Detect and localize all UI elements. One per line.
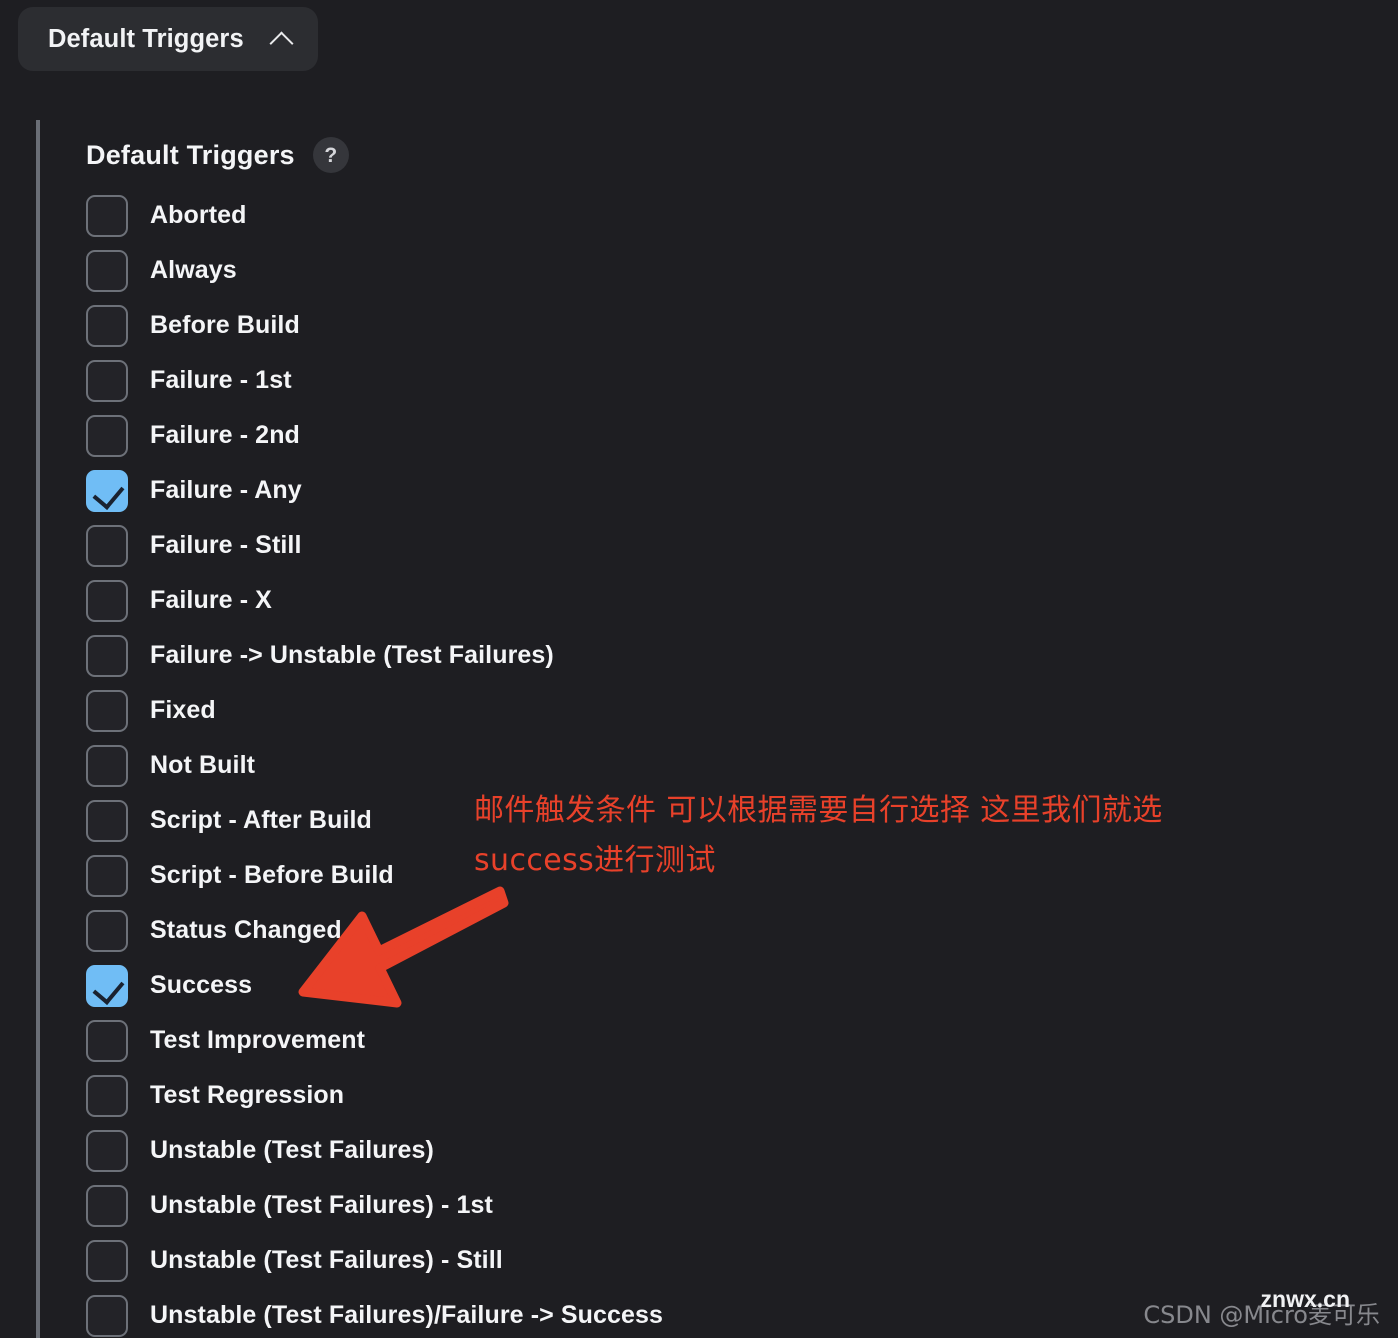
trigger-row[interactable]: Test Improvement [86, 1013, 1376, 1068]
checkbox-unchecked-icon[interactable] [86, 249, 128, 292]
trigger-label: Failure - 2nd [150, 421, 300, 449]
trigger-row[interactable]: Before Build [86, 298, 1376, 353]
checkbox-unchecked-icon[interactable] [86, 359, 128, 402]
trigger-label: Status Changed [150, 916, 342, 944]
trigger-row[interactable]: Fixed [86, 683, 1376, 738]
trigger-row[interactable]: Script - After Build [86, 793, 1376, 848]
panel-header: Default Triggers ? [86, 128, 1376, 182]
trigger-row[interactable]: Failure -> Unstable (Test Failures) [86, 628, 1376, 683]
trigger-label: Success [150, 971, 253, 999]
trigger-label: Failure - Any [150, 476, 302, 504]
trigger-label: Failure - Still [150, 531, 302, 559]
default-triggers-section-toggle[interactable]: Default Triggers [18, 7, 318, 71]
trigger-label: Test Improvement [150, 1026, 366, 1054]
checkbox-unchecked-icon[interactable] [86, 304, 128, 347]
trigger-row[interactable]: Unstable (Test Failures) - Still [86, 1233, 1376, 1288]
trigger-row[interactable]: Always [86, 243, 1376, 298]
trigger-label: Failure - 1st [150, 366, 292, 394]
trigger-checkbox-list: Aborted Always Before Build Failure - 1st Fa… [86, 188, 1376, 1338]
trigger-row[interactable]: Failure - Still [86, 518, 1376, 573]
trigger-label: Test Regression [150, 1081, 345, 1109]
default-triggers-panel: Default Triggers ? Aborted Always Before B… [36, 120, 1376, 1338]
section-toggle-label: Default Triggers [48, 24, 244, 53]
checkbox-unchecked-icon[interactable] [86, 579, 128, 622]
checkbox-unchecked-icon[interactable] [86, 1239, 128, 1282]
trigger-row[interactable]: Script - Before Build [86, 848, 1376, 903]
trigger-row[interactable]: Unstable (Test Failures) - 1st [86, 1178, 1376, 1233]
checkbox-unchecked-icon[interactable] [86, 744, 128, 787]
checkbox-unchecked-icon[interactable] [86, 524, 128, 567]
checkbox-checked-icon[interactable] [86, 469, 128, 512]
checkbox-unchecked-icon[interactable] [86, 1074, 128, 1117]
trigger-label: Not Built [150, 751, 256, 779]
trigger-row[interactable]: Aborted [86, 188, 1376, 243]
checkbox-unchecked-icon[interactable] [86, 1129, 128, 1172]
trigger-label: Unstable (Test Failures) - Still [150, 1246, 503, 1274]
checkbox-unchecked-icon[interactable] [86, 634, 128, 677]
checkbox-unchecked-icon[interactable] [86, 194, 128, 237]
trigger-label: Failure - X [150, 586, 272, 614]
checkbox-unchecked-icon[interactable] [86, 854, 128, 897]
checkbox-unchecked-icon[interactable] [86, 414, 128, 457]
checkbox-unchecked-icon[interactable] [86, 1294, 128, 1337]
trigger-row[interactable]: Failure - X [86, 573, 1376, 628]
trigger-label: Script - Before Build [150, 861, 394, 889]
trigger-label: Unstable (Test Failures) - 1st [150, 1191, 493, 1219]
trigger-row[interactable]: Failure - 1st [86, 353, 1376, 408]
chevron-up-icon [270, 28, 292, 50]
question-mark-icon[interactable]: ? [312, 137, 349, 173]
trigger-row[interactable]: Success [86, 958, 1376, 1013]
trigger-label: Always [150, 256, 237, 284]
trigger-label: Unstable (Test Failures) [150, 1136, 434, 1164]
trigger-row[interactable]: Unstable (Test Failures)/Failure -> Succ… [86, 1288, 1376, 1338]
trigger-row[interactable]: Failure - 2nd [86, 408, 1376, 463]
trigger-row[interactable]: Not Built [86, 738, 1376, 793]
trigger-label: Fixed [150, 696, 216, 724]
trigger-label: Aborted [150, 201, 247, 229]
checkbox-unchecked-icon[interactable] [86, 909, 128, 952]
trigger-label: Failure -> Unstable (Test Failures) [150, 641, 554, 669]
trigger-label: Unstable (Test Failures)/Failure -> Succ… [150, 1301, 664, 1329]
trigger-row[interactable]: Test Regression [86, 1068, 1376, 1123]
trigger-row[interactable]: Status Changed [86, 903, 1376, 958]
page-title: Default Triggers [86, 139, 295, 170]
checkbox-unchecked-icon[interactable] [86, 1184, 128, 1227]
checkbox-unchecked-icon[interactable] [86, 1019, 128, 1062]
checkbox-checked-icon[interactable] [86, 964, 128, 1007]
trigger-row[interactable]: Unstable (Test Failures) [86, 1123, 1376, 1178]
trigger-row[interactable]: Failure - Any [86, 463, 1376, 518]
trigger-label: Script - After Build [150, 806, 372, 834]
checkbox-unchecked-icon[interactable] [86, 689, 128, 732]
trigger-label: Before Build [150, 311, 300, 339]
checkbox-unchecked-icon[interactable] [86, 799, 128, 842]
